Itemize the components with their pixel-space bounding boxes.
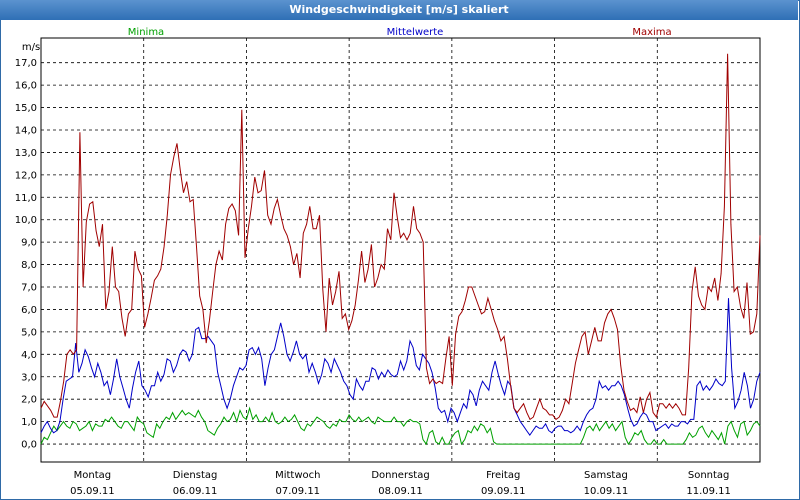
y-tick-label: 3,0 xyxy=(21,372,37,383)
y-tick-label: 15,0 xyxy=(15,103,37,114)
x-tick-weekday: Freitag xyxy=(486,470,520,481)
legend: Minima Mittelwerte Maxima xyxy=(128,27,672,38)
legend-minima: Minima xyxy=(128,27,164,38)
y-tick-label: 4,0 xyxy=(21,350,37,361)
series-line-mittelwerte xyxy=(40,298,761,436)
y-tick-label: 7,0 xyxy=(21,283,37,294)
x-tick-weekday: Sonntag xyxy=(688,470,730,481)
y-tick-label: 2,0 xyxy=(21,395,37,406)
y-tick-label: 10,0 xyxy=(15,215,37,226)
x-tick-weekday: Donnerstag xyxy=(371,470,429,481)
chart-grid xyxy=(40,37,761,463)
y-tick-label: 8,0 xyxy=(21,260,37,271)
y-tick-label: 5,0 xyxy=(21,327,37,338)
y-tick-label: 14,0 xyxy=(15,125,37,136)
x-axis-labels: Montag 05.09.11 Dienstag 06.09.11 Mittwoch 07… xyxy=(70,470,731,497)
x-tick-weekday: Mittwoch xyxy=(275,470,320,481)
y-tick-label: 6,0 xyxy=(21,305,37,316)
x-tick-weekday: Dienstag xyxy=(173,470,218,481)
y-tick-label: 16,0 xyxy=(15,81,37,92)
x-tick-date: 06.09.11 xyxy=(173,486,218,497)
legend-maxima: Maxima xyxy=(632,27,671,38)
y-tick-label: 11,0 xyxy=(15,193,37,204)
plot-frame xyxy=(40,37,761,463)
y-axis-ticks: 0,0 1,0 2,0 3,0 4,0 5,0 6,0 7,0 8,0 9,0 10,0 11,0 12… xyxy=(15,58,37,450)
series-line-maxima xyxy=(40,53,761,421)
x-tick-date: 05.09.11 xyxy=(70,486,115,497)
y-tick-label: 12,0 xyxy=(15,170,37,181)
y-tick-label: 17,0 xyxy=(15,58,37,69)
series-lines xyxy=(40,53,761,446)
x-tick-date: 10.09.11 xyxy=(584,486,629,497)
y-tick-label: 9,0 xyxy=(21,238,37,249)
y-tick-label: 0,0 xyxy=(21,440,37,451)
y-tick-label: 1,0 xyxy=(21,417,37,428)
legend-mittelwerte: Mittelwerte xyxy=(387,27,444,38)
x-tick-weekday: Samstag xyxy=(584,470,628,481)
y-tick-label: 13,0 xyxy=(15,148,37,159)
series-line-minima xyxy=(40,406,761,446)
x-tick-date: 08.09.11 xyxy=(378,486,423,497)
y-axis-label: m/s xyxy=(22,42,40,53)
x-tick-date: 09.09.11 xyxy=(481,486,526,497)
chart-canvas: 0,0 1,0 2,0 3,0 4,0 5,0 6,0 7,0 8,0 9,0 10,0 11,0 12… xyxy=(15,27,761,497)
x-tick-date: 07.09.11 xyxy=(276,486,321,497)
x-tick-date: 11.09.11 xyxy=(686,486,731,497)
x-tick-weekday: Montag xyxy=(74,470,111,481)
